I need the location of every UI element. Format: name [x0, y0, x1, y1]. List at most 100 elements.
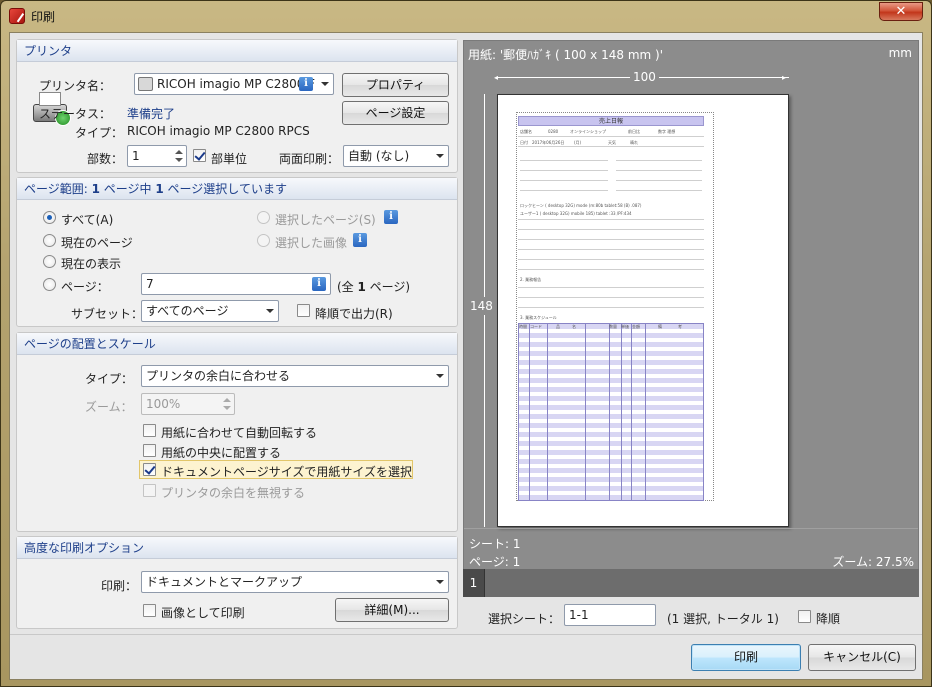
print-as-image-label: 画像として印刷: [161, 606, 245, 620]
auto-rotate-label: 用紙に合わせて自動回転する: [161, 426, 318, 440]
details-button[interactable]: 詳細(M)...: [335, 598, 449, 622]
doc-page-size-label: ドキュメントページサイズで用紙サイズを選択: [161, 465, 413, 479]
printer-name-select[interactable]: RICOH imagio MP C2800 F i: [134, 73, 334, 95]
select-sheet-input[interactable]: 1-1: [564, 604, 656, 626]
layout-type-select[interactable]: プリンタの余白に合わせる: [141, 365, 449, 387]
title-bar[interactable]: 印刷 ✕: [1, 1, 931, 31]
advanced-section-title: 高度な印刷オプション: [17, 537, 457, 559]
range-selected-image-label: 選択した画像: [275, 236, 348, 250]
subset-select[interactable]: すべてのページ: [141, 300, 279, 322]
doc-title: 売上日報: [518, 116, 704, 126]
layout-panel: ページの配置とスケール タイプ： プリンタの余白に合わせる ズーム： 100% …: [16, 332, 458, 532]
status-label: ステータス：: [39, 107, 112, 121]
thumbnail-1[interactable]: 1: [463, 569, 485, 597]
print-what-value: ドキュメントとマークアップ: [146, 575, 303, 589]
auto-rotate-checkbox[interactable]: [143, 424, 156, 437]
range-current-view-radio[interactable]: [43, 255, 56, 268]
doc-line-2: ユーザー1 ( desktop 32G) mobile 185) tablet …: [520, 211, 632, 216]
doc-section-2: 2. 業務報告: [520, 277, 542, 282]
print-what-label: 印刷：: [101, 579, 138, 593]
doc-section-3: 3. 業務スケジュール: [520, 315, 557, 320]
pages-total: (全 1 ページ): [337, 280, 411, 294]
page-label: ページ: 1: [469, 555, 521, 569]
unit-label: mm: [888, 46, 912, 60]
range-all-label: すべて(A): [61, 213, 114, 227]
descending-checkbox[interactable]: [798, 610, 811, 623]
status-value: 準備完了: [127, 107, 176, 121]
ignore-margins-label: プリンタの余白を無視する: [161, 486, 306, 500]
copies-spinner[interactable]: [172, 146, 186, 166]
range-current-page-radio[interactable]: [43, 234, 56, 247]
close-button[interactable]: ✕: [879, 2, 923, 21]
properties-button[interactable]: プロパティ: [342, 73, 449, 97]
select-sheet-label: 選択シート：: [488, 612, 561, 626]
selected-image-info-icon[interactable]: i: [353, 233, 367, 247]
printer-name-value: RICOH imagio MP C2800 F: [157, 77, 316, 91]
layout-type-label: タイプ：: [85, 372, 134, 386]
copies-input[interactable]: 1: [127, 145, 187, 167]
subset-value: すべてのページ: [146, 304, 229, 318]
reverse-checkbox[interactable]: [297, 304, 310, 317]
app-icon: [9, 8, 25, 24]
copies-label: 部数：: [87, 152, 124, 166]
page-range-panel: ページ範囲: 1 ページ中 1 ページ選択しています すべて(A) 選択したペー…: [16, 177, 458, 327]
zoom-value: 100%: [146, 397, 181, 411]
range-current-page-label: 現在のページ: [61, 236, 133, 250]
center-checkbox[interactable]: [143, 444, 156, 457]
layout-section-title: ページの配置とスケール: [17, 333, 457, 355]
chevron-down-icon: [432, 366, 448, 386]
paper-size-label: 用紙: '郵便ﾊｶﾞｷ ( 100 x 148 mm )': [468, 48, 663, 62]
zoom-input[interactable]: 100%: [141, 393, 235, 415]
pages-input[interactable]: 7 i: [141, 273, 331, 295]
ignore-margins-checkbox[interactable]: [143, 484, 156, 497]
zoom-spinner[interactable]: [220, 394, 234, 414]
range-selected-pages-label: 選択したページ(S): [275, 213, 376, 227]
select-sheet-value: 1-1: [569, 608, 589, 622]
center-label: 用紙の中央に配置する: [161, 446, 282, 460]
selected-pages-info-icon[interactable]: i: [384, 210, 398, 224]
print-as-image-checkbox[interactable]: [143, 604, 156, 617]
printer-section-title: プリンタ: [17, 40, 457, 62]
pages-info-icon[interactable]: i: [312, 277, 326, 291]
cancel-button[interactable]: キャンセル(C): [808, 644, 916, 671]
advanced-panel: 高度な印刷オプション 印刷： ドキュメントとマークアップ 画像として印刷 詳細(…: [16, 536, 458, 629]
range-pages-radio[interactable]: [43, 278, 56, 291]
reverse-label: 降順で出力(R): [315, 307, 393, 321]
range-selected-image-radio[interactable]: [257, 234, 270, 247]
dialog-body: プリンタ プリンタ名： RICOH imagio MP C2800 F i プロ…: [9, 32, 923, 680]
range-pages-label: ページ：: [61, 280, 109, 294]
print-button[interactable]: 印刷: [691, 644, 801, 671]
zoom-readout: ズーム: 27.5%: [832, 555, 914, 569]
pages-value: 7: [146, 277, 154, 291]
printer-panel: プリンタ プリンタ名： RICOH imagio MP C2800 F i プロ…: [16, 39, 458, 173]
range-all-radio[interactable]: [43, 211, 56, 224]
chevron-down-icon: [432, 572, 448, 592]
duplex-label: 両面印刷：: [279, 152, 340, 166]
printer-info-icon[interactable]: i: [299, 77, 313, 91]
collate-label: 部単位: [211, 152, 248, 166]
doc-schedule-table: [518, 323, 704, 501]
width-label: 100: [630, 70, 659, 84]
type-label: タイプ：: [75, 126, 124, 140]
collate-checkbox[interactable]: [193, 149, 206, 162]
height-label: 148: [470, 297, 493, 315]
print-what-select[interactable]: ドキュメントとマークアップ: [141, 571, 449, 593]
sheet-label: シート: 1: [469, 537, 521, 551]
zoom-label: ズーム：: [85, 400, 133, 414]
thumbnail-strip[interactable]: 1: [463, 569, 919, 597]
page-setup-button[interactable]: ページ設定: [342, 101, 449, 125]
range-current-view-label: 現在の表示: [61, 257, 122, 271]
duplex-select[interactable]: 自動 (なし): [343, 145, 449, 167]
chevron-down-icon: [317, 74, 333, 94]
print-dialog-window: 印刷 ✕ プリンタ プリンタ名： RICOH imagio MP C2800 F…: [0, 0, 932, 687]
range-selected-pages-radio[interactable]: [257, 211, 270, 224]
doc-page-size-checkbox[interactable]: [143, 463, 156, 476]
subset-label: サブセット：: [71, 307, 144, 321]
select-sheet-total: (1 選択, トータル 1): [667, 612, 779, 626]
summary-left: [520, 150, 608, 198]
paper-preview[interactable]: 売上日報 店舗名 0280 オンラインショップ 前日比 数字 理想 日付 201…: [497, 94, 789, 527]
summary-right: [616, 150, 702, 198]
doc-line-1: ロックヒーン ( desktop 32G) mode (m:80b tablet…: [520, 203, 642, 208]
preview-panel: 用紙: '郵便ﾊｶﾞｷ ( 100 x 148 mm )' mm ◂ ▸ 100…: [463, 40, 919, 590]
duplex-value: 自動 (なし): [348, 149, 410, 163]
